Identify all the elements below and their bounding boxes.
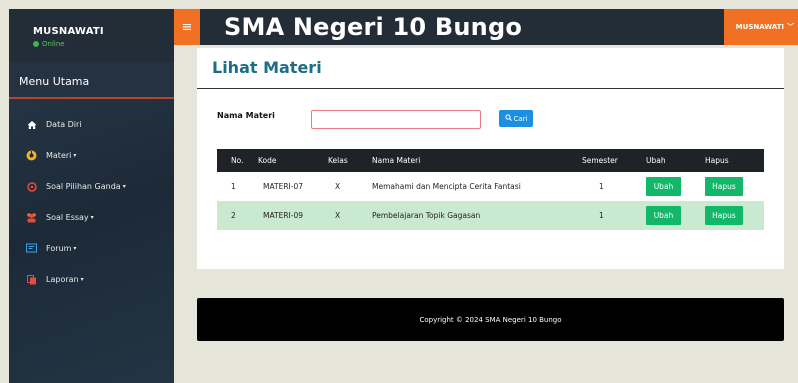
chevron-down-icon: ▾ (73, 245, 77, 252)
search-input[interactable] (311, 110, 481, 129)
home-icon (26, 119, 37, 130)
table-header-row: No. Kode Kelas Nama Materi Semester Ubah… (217, 149, 764, 172)
chevron-down-icon: ▾ (90, 214, 94, 221)
cell-kelas: X (323, 201, 367, 230)
hapus-button[interactable]: Hapus (705, 206, 743, 225)
cell-nama-materi: Memahami dan Mencipta Cerita Fantasi (372, 182, 521, 191)
cell-no: 2 (217, 201, 253, 230)
sidebar-item-label: Forum (46, 244, 72, 253)
cell-semester: 1 (577, 201, 641, 230)
sidebar-item-soal-essay[interactable]: Soal Essay ▾ (9, 202, 174, 233)
sidebar-item-materi[interactable]: Materi ▾ (9, 140, 174, 171)
column-header: Hapus (700, 149, 764, 172)
cell-kode: MATERI-09 (253, 201, 323, 230)
cell-kode: MATERI-07 (263, 182, 304, 191)
user-status-label: Online (42, 40, 65, 48)
search-button[interactable]: Cari (499, 110, 533, 127)
site-title: SMA Negeri 10 Bungo (224, 13, 523, 41)
table-row: 1 MATERI-07 X Memahami dan Mencipta Ceri… (217, 172, 764, 201)
column-header: Kelas (323, 149, 367, 172)
user-panel: MUSNAWATI Online (9, 9, 174, 62)
cell-hapus: Hapus (700, 172, 764, 201)
cell-hapus: Hapus (700, 201, 764, 230)
column-header: Nama Materi (367, 149, 577, 172)
materi-table: No. Kode Kelas Nama Materi Semester Ubah… (217, 149, 764, 230)
cell-ubah: Ubah (641, 172, 700, 201)
user-name: MUSNAWATI (33, 26, 104, 37)
copy-icon (26, 274, 37, 285)
sidebar-item-label: Soal Pilihan Ganda (46, 182, 121, 191)
top-navbar: ≡ SMA Negeri 10 Bungo MUSNAWATI ﹀ (174, 9, 798, 45)
online-status-icon (33, 41, 39, 47)
sidebar-item-label: Materi (46, 151, 72, 160)
cell-ubah: Ubah (641, 201, 700, 230)
column-header: Semester (577, 149, 641, 172)
search-button-label: Cari (513, 114, 528, 123)
chevron-down-icon: ▾ (80, 276, 84, 283)
footer: Copyright © 2024 SMA Negeri 10 Bungo (197, 298, 784, 341)
sidebar-menu: Data Diri Materi ▾ Soal Pilihan Ganda ▾ … (9, 99, 174, 295)
hamburger-icon[interactable]: ≡ (174, 9, 200, 45)
user-status: Online (33, 40, 174, 48)
column-header: Kode (253, 149, 323, 172)
cell-semester: 1 (599, 182, 604, 191)
search-icon (504, 114, 512, 123)
cell-no: 1 (231, 182, 236, 191)
column-header: Ubah (641, 149, 700, 172)
search-label: Nama Materi (217, 111, 275, 120)
dashboard-icon (26, 150, 37, 161)
content-card: Lihat Materi Nama Materi Cari No. Kode K… (197, 48, 784, 269)
cell-nama-materi: Pembelajaran Topik Gagasan (367, 201, 577, 230)
circle-icon (26, 181, 37, 192)
user-menu-label: MUSNAWATI (735, 23, 784, 31)
sidebar-item-soal-pilihan-ganda[interactable]: Soal Pilihan Ganda ▾ (9, 171, 174, 202)
sidebar-item-label: Laporan (46, 275, 79, 284)
users-icon (26, 212, 37, 223)
hapus-button[interactable]: Hapus (705, 177, 743, 196)
chevron-down-icon: ▾ (122, 183, 126, 190)
forum-icon (26, 243, 37, 254)
page-title: Lihat Materi (197, 48, 784, 89)
chevron-down-icon: ▾ (73, 152, 77, 159)
search-form: Nama Materi Cari (197, 89, 784, 149)
chevron-down-icon: ﹀ (787, 23, 794, 31)
sidebar-item-laporan[interactable]: Laporan ▾ (9, 264, 174, 295)
sidebar-item-label: Data Diri (46, 120, 82, 129)
sidebar: MUSNAWATI Online Menu Utama Data Diri Ma… (9, 9, 174, 383)
ubah-button[interactable]: Ubah (646, 177, 681, 196)
copyright-text: Copyright © 2024 SMA Negeri 10 Bungo (419, 315, 562, 324)
column-header: No. (217, 149, 253, 172)
sidebar-item-forum[interactable]: Forum ▾ (9, 233, 174, 264)
ubah-button[interactable]: Ubah (646, 206, 681, 225)
sidebar-item-data-diri[interactable]: Data Diri (9, 109, 174, 140)
user-menu-button[interactable]: MUSNAWATI ﹀ (724, 9, 798, 45)
sidebar-item-label: Soal Essay (46, 213, 89, 222)
cell-kelas: X (335, 182, 341, 191)
table-row: 2 MATERI-09 X Pembelajaran Topik Gagasan… (217, 201, 764, 230)
menu-title: Menu Utama (9, 62, 174, 99)
